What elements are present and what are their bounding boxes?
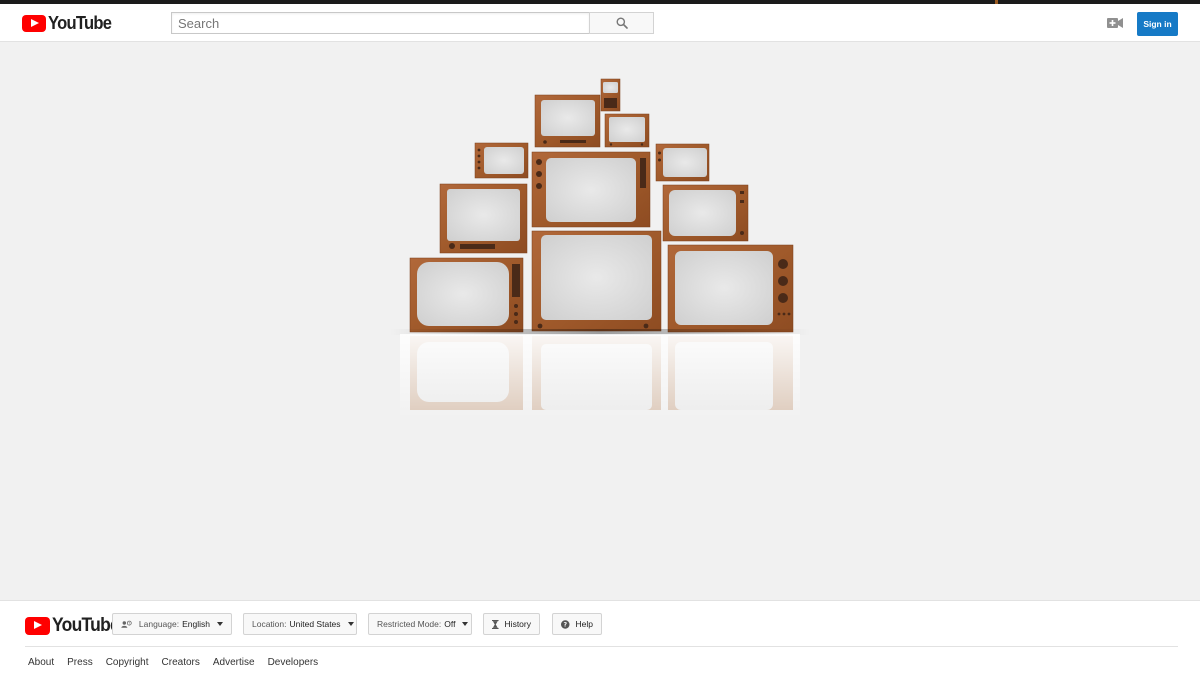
footer-link-press[interactable]: Press [67,657,93,668]
footer-link-advertise[interactable]: Advertise [213,657,255,668]
sign-in-button[interactable]: Sign in [1137,12,1178,36]
chevron-down-icon [217,622,223,626]
location-picker-button[interactable]: Location: United States [243,613,357,635]
footer-divider [25,646,1178,647]
language-value: English [182,619,210,629]
footer-link-developers[interactable]: Developers [268,657,319,668]
footer-link-copyright[interactable]: Copyright [106,657,149,668]
youtube-logo[interactable]: YouTube [22,13,117,34]
language-label: Language: [138,619,180,629]
question-circle-icon: ? [561,619,570,629]
masthead: YouTube Sign in [0,4,1200,42]
logo-wordmark: YouTube [48,13,112,33]
youtube-play-icon [25,617,50,635]
history-label: History [504,619,531,629]
logo-wordmark: YouTube [52,615,120,636]
history-button[interactable]: History [483,613,540,635]
restricted-mode-label: Restricted Mode: [377,619,442,629]
svg-text:?: ? [563,621,567,628]
search-icon [616,17,628,29]
footer-link-creators[interactable]: Creators [162,657,200,668]
search-input[interactable] [171,12,590,34]
hourglass-icon [492,619,499,629]
footer-link-about[interactable]: About [28,657,54,668]
search-button[interactable] [589,12,654,34]
language-picker-button[interactable]: ? Language: English [112,613,232,635]
footer: YouTube ? Language: English Location: Un… [0,600,1200,675]
svg-text:?: ? [128,621,130,625]
footer-youtube-logo[interactable]: YouTube [25,615,125,637]
video-camera-plus-icon[interactable] [1107,17,1123,29]
footer-links: About Press Copyright Creators Advertise… [28,657,331,668]
location-value: United States [289,619,341,629]
chevron-down-icon [347,622,354,626]
people-icon: ? [121,620,132,628]
chevron-down-icon [462,622,469,626]
restricted-mode-button[interactable]: Restricted Mode: Off [368,613,472,635]
restricted-mode-value: Off [444,619,456,629]
help-button[interactable]: ? Help [552,613,602,635]
location-label: Location: [252,619,287,629]
youtube-play-icon [22,15,46,32]
stacked-tv-illustration [390,78,810,419]
help-label: Help [575,619,593,629]
